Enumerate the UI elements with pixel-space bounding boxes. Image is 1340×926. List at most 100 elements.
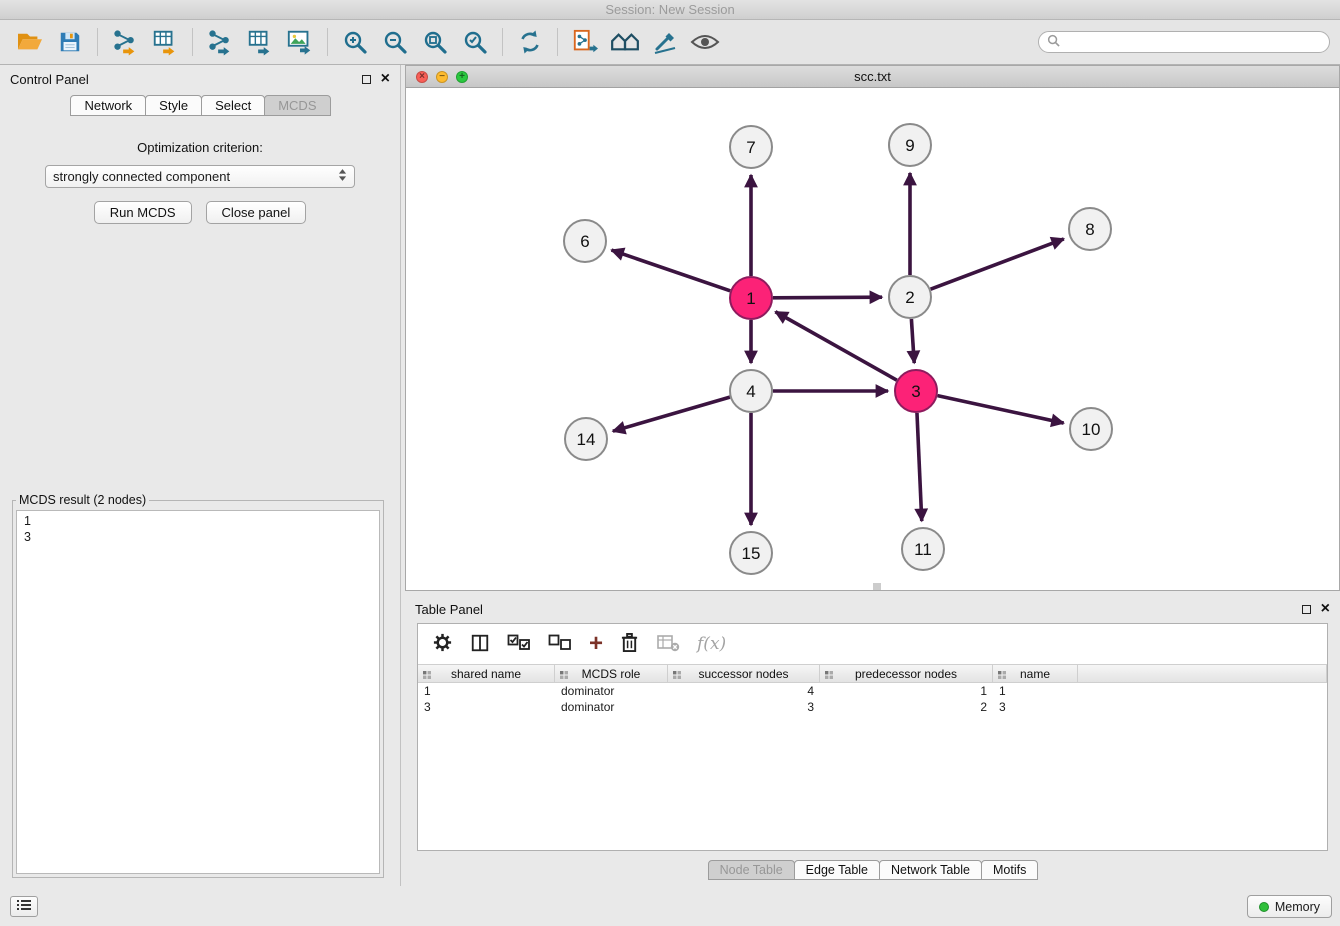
edge-3-to-1[interactable] [775,312,896,380]
node-15[interactable]: 15 [730,532,772,574]
import-table-button[interactable] [145,24,185,60]
column-header-label: successor nodes [698,667,788,681]
tab-mcds[interactable]: MCDS [264,95,330,116]
edge-1-to-6[interactable] [611,250,730,291]
maximize-window-icon[interactable]: + [456,71,468,83]
search-box[interactable] [1038,31,1330,53]
tab-style[interactable]: Style [145,95,202,116]
open-session-button[interactable] [10,24,50,60]
zoom-selected-button[interactable] [455,24,495,60]
column-header-predecessor-nodes[interactable]: predecessor nodes [820,665,993,682]
node-3[interactable]: 3 [895,370,937,412]
control-panel-title: Control Panel [10,72,89,87]
panel-menu-button[interactable] [10,896,38,917]
tab-node-table[interactable]: Node Table [708,860,795,880]
node-8[interactable]: 8 [1069,208,1111,250]
table-panel: Table Panel × [405,595,1340,886]
table-header-row: shared nameMCDS role successor nodes prede… [418,664,1327,683]
close-panel-icon[interactable]: × [381,74,390,84]
zoom-out-button[interactable] [375,24,415,60]
zoom-in-button[interactable] [335,24,375,60]
plus-icon: + [589,634,603,654]
column-attribute-icon [824,669,834,683]
canvas-resize-handle[interactable] [873,583,881,590]
tab-motifs[interactable]: Motifs [981,860,1038,880]
node-9[interactable]: 9 [889,124,931,166]
float-panel-icon[interactable] [362,75,371,84]
export-image-button[interactable] [280,24,320,60]
export-table-button[interactable] [240,24,280,60]
apply-style-button[interactable] [645,24,685,60]
column-attribute-icon [422,669,432,683]
table-row[interactable]: 1dominator411 [418,683,1327,699]
add-column-button[interactable]: + [589,634,603,654]
column-header-mcds-role[interactable]: MCDS role [555,665,668,682]
save-floppy-icon [58,30,82,54]
node-label: 14 [577,430,596,449]
edge-2-to-8[interactable] [931,239,1064,289]
column-header-name[interactable]: name [993,665,1078,682]
node-6[interactable]: 6 [564,220,606,262]
node-4[interactable]: 4 [730,370,772,412]
tab-select[interactable]: Select [201,95,265,116]
network-window-titlebar[interactable]: × − + scc.txt [406,66,1339,88]
float-panel-icon[interactable] [1302,605,1311,614]
export-table-icon [246,28,274,56]
import-network-button[interactable] [105,24,145,60]
export-network-button[interactable] [200,24,240,60]
delete-column-button[interactable] [620,631,639,657]
document-network-icon [571,29,599,55]
node-label: 7 [746,138,755,157]
node-1[interactable]: 1 [730,277,772,319]
edge-3-to-11[interactable] [917,413,922,521]
edge-4-to-14[interactable] [613,397,730,431]
clone-network-button[interactable] [565,24,605,60]
mcds-result-list[interactable]: 1 3 [16,510,380,874]
table-row[interactable]: 3dominator323 [418,699,1327,715]
column-header-successor-nodes[interactable]: successor nodes [668,665,820,682]
network-window-title: scc.txt [854,69,891,84]
tab-edge-table[interactable]: Edge Table [794,860,880,880]
column-header-shared-name[interactable]: shared name [418,665,555,682]
minimize-window-icon[interactable]: − [436,71,448,83]
close-panel-button[interactable]: Close panel [206,201,307,224]
houses-icon [609,31,641,53]
eye-icon [690,32,720,52]
memory-button[interactable]: Memory [1247,895,1332,918]
select-all-button[interactable] [507,634,531,655]
run-mcds-button[interactable]: Run MCDS [94,201,192,224]
tab-network[interactable]: Network [70,95,146,116]
control-panel-tabs: NetworkStyleSelectMCDS [0,95,400,116]
save-session-button[interactable] [50,24,90,60]
network-canvas[interactable]: 7 9 6 8 1 2 4 3 14 10 15 11 [406,88,1339,590]
show-graphics-details-button[interactable] [685,24,725,60]
table-cell: 3 [668,700,820,714]
table-panel-tabs: Node TableEdge TableNetwork TableMotifs [405,860,1340,880]
table-panel-header: Table Panel × [405,595,1340,623]
edge-2-to-3[interactable] [911,319,914,363]
node-11[interactable]: 11 [902,528,944,570]
deselect-all-button[interactable] [548,634,572,655]
edge-3-to-10[interactable] [937,396,1063,423]
edge-1-to-2[interactable] [773,297,882,298]
node-label: 9 [905,136,914,155]
network-overview-button[interactable] [605,24,645,60]
node-7[interactable]: 7 [730,126,772,168]
close-panel-icon[interactable]: × [1321,604,1330,614]
node-14[interactable]: 14 [565,418,607,460]
search-input[interactable] [1065,35,1321,49]
node-label: 10 [1082,420,1101,439]
network-graph[interactable]: 7 9 6 8 1 2 4 3 14 10 15 11 [406,88,1339,590]
gear-icon [432,632,453,656]
criterion-dropdown[interactable]: strongly connected component [45,165,355,188]
status-bar: Memory [0,886,1340,926]
node-2[interactable]: 2 [889,276,931,318]
table-settings-button[interactable] [432,632,453,656]
tab-network-table[interactable]: Network Table [879,860,982,880]
zoom-fit-button[interactable] [415,24,455,60]
node-10[interactable]: 10 [1070,408,1112,450]
fx-icon: f(x) [697,634,726,654]
show-columns-button[interactable] [470,633,490,656]
close-window-icon[interactable]: × [416,71,428,83]
refresh-view-button[interactable] [510,24,550,60]
